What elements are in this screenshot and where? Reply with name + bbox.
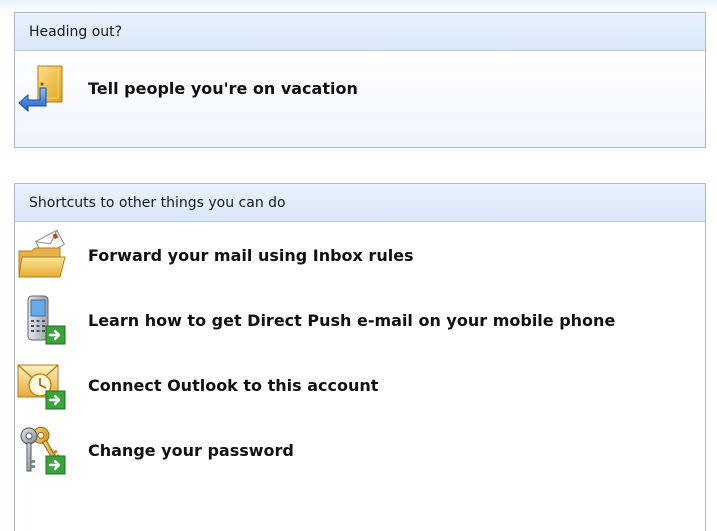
keys-icon: [20, 426, 66, 475]
heading-out-header: Heading out?: [15, 13, 705, 51]
change-password-link-label: Change your password: [88, 440, 294, 460]
top-gradient-strip: [0, 0, 717, 12]
shortcuts-header: Shortcuts to other things you can do: [15, 184, 705, 222]
direct-push-link-label: Learn how to get Direct Push e-mail on y…: [88, 310, 616, 330]
change-password-link[interactable]: Change your password: [16, 424, 294, 476]
vacation-link[interactable]: Tell people you're on vacation: [16, 62, 358, 114]
connect-outlook-link-label: Connect Outlook to this account: [88, 375, 379, 395]
options-page: Heading out? Shortcuts to other things y…: [0, 0, 717, 531]
outlook-clock-icon: [17, 364, 66, 410]
forward-mail-link[interactable]: Forward your mail using Inbox rules: [16, 229, 414, 281]
forward-mail-link-label: Forward your mail using Inbox rules: [88, 245, 414, 265]
vacation-link-label: Tell people you're on vacation: [88, 78, 358, 98]
vacation-door-arrow-icon: [18, 65, 63, 113]
mobile-phone-icon: [27, 295, 66, 345]
folder-mail-icon: [18, 229, 66, 278]
direct-push-link[interactable]: Learn how to get Direct Push e-mail on y…: [16, 294, 615, 346]
connect-outlook-link[interactable]: Connect Outlook to this account: [16, 359, 378, 411]
